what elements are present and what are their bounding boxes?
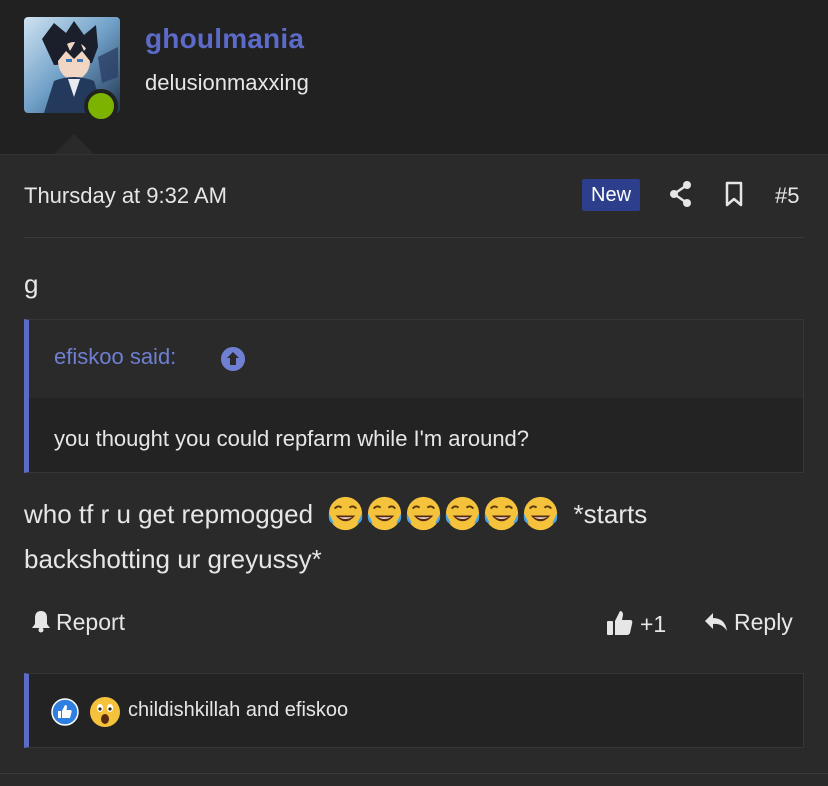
post-container: Thursday at 9:32 AM New #5 g efiskoo sai… xyxy=(0,154,828,786)
header-caret xyxy=(54,134,94,154)
like-count: +1 xyxy=(640,611,667,637)
tears-of-joy-icon xyxy=(524,497,558,531)
tears-of-joy-icon xyxy=(329,497,363,531)
post-text-line: g xyxy=(24,269,39,299)
post-date[interactable]: Thursday at 9:32 AM xyxy=(24,183,227,209)
quote-block: efiskoo said: you thought you could repf… xyxy=(24,319,804,473)
online-status-icon xyxy=(84,89,118,123)
quote-text: you thought you could repfarm while I'm … xyxy=(54,426,530,451)
jump-to-quote-icon[interactable] xyxy=(221,347,245,371)
reactions-bar[interactable]: childishkillah and efiskoo xyxy=(24,673,804,748)
emoji-row xyxy=(326,494,560,538)
reply-icon xyxy=(705,613,727,631)
user-title: delusionmaxxing xyxy=(145,70,309,95)
bell-icon xyxy=(32,611,50,633)
message-text-before: who tf r u get repmogged xyxy=(24,499,321,529)
bookmark-icon[interactable] xyxy=(724,181,744,207)
quote-header: efiskoo said: xyxy=(29,320,803,398)
tears-of-joy-icon xyxy=(485,497,519,531)
reply-label: Reply xyxy=(734,609,793,635)
report-button[interactable]: Report xyxy=(30,609,125,636)
reaction-users[interactable]: childishkillah and efiskoo xyxy=(128,699,348,722)
divider xyxy=(0,773,828,774)
like-reaction-icon xyxy=(51,698,79,726)
new-badge: New xyxy=(582,179,641,211)
report-label: Report xyxy=(56,609,126,635)
wow-reaction-icon xyxy=(90,697,120,727)
post-user-header: ghoulmania delusionmaxxing xyxy=(0,0,828,154)
post-number-link[interactable]: #5 xyxy=(775,183,799,209)
quote-body: you thought you could repfarm while I'm … xyxy=(29,398,803,472)
like-button[interactable]: +1 xyxy=(606,609,666,638)
username-link[interactable]: ghoulmania xyxy=(145,23,304,55)
share-icon[interactable] xyxy=(669,180,693,208)
post-meta-bar: Thursday at 9:32 AM New #5 xyxy=(24,179,804,238)
reply-button[interactable]: Reply xyxy=(704,609,793,636)
thumbs-up-icon xyxy=(607,611,633,635)
tears-of-joy-icon xyxy=(407,497,441,531)
tears-of-joy-icon xyxy=(368,497,402,531)
quote-author-link[interactable]: efiskoo said: xyxy=(54,344,176,370)
tears-of-joy-icon xyxy=(446,497,480,531)
post-message: who tf r u get repmogged *starts backsho… xyxy=(24,493,784,581)
